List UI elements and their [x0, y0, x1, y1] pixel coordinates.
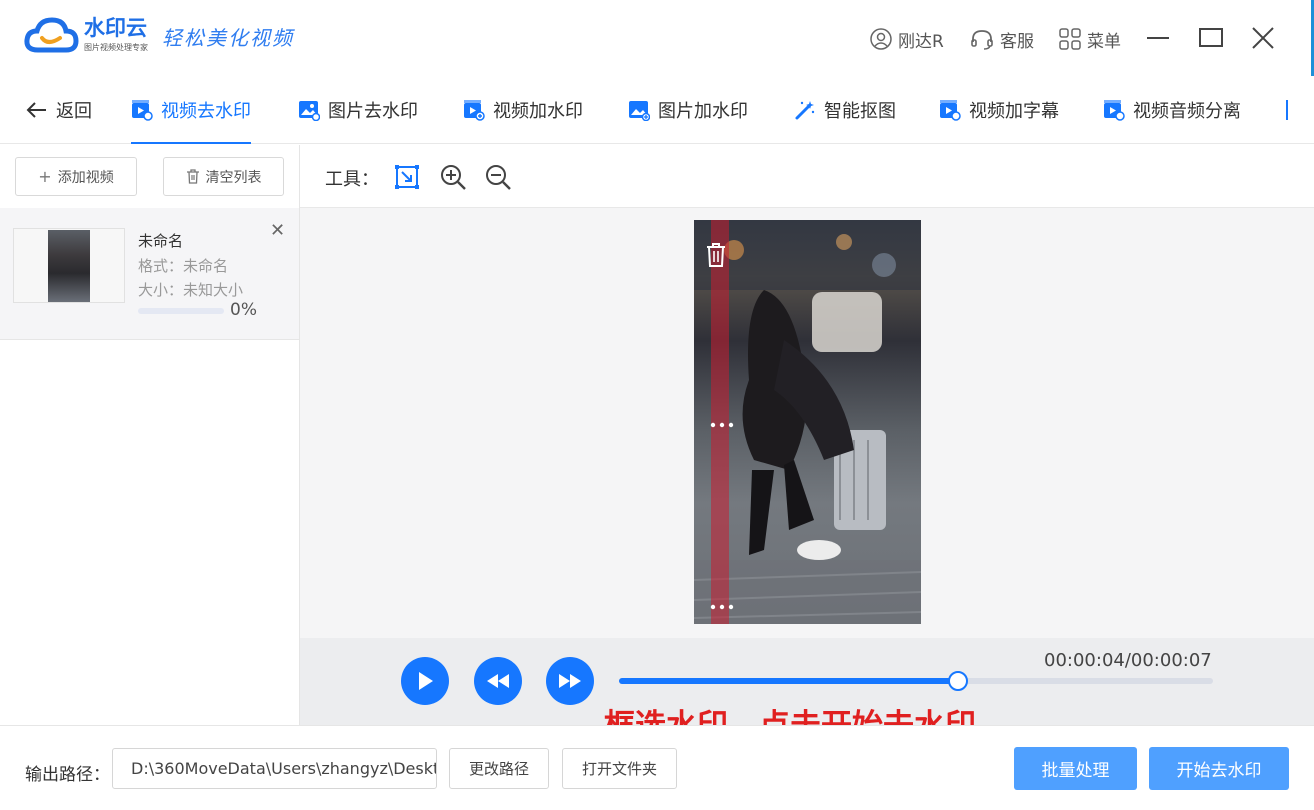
tab-label: 视频去水印 [161, 101, 251, 122]
file-name: 未命名 [138, 232, 184, 250]
zoom-in-icon[interactable] [439, 163, 467, 191]
add-video-button[interactable]: + 添加视频 [15, 157, 137, 196]
plus-icon: + [38, 167, 52, 186]
select-box-icon[interactable] [393, 163, 421, 191]
arrow-left-icon [26, 102, 46, 118]
minimize-icon [1147, 37, 1169, 39]
grid-menu-icon [1059, 28, 1081, 50]
thumbnail-image [48, 230, 90, 302]
video-add-icon [464, 100, 485, 121]
tab-smart-cutout[interactable]: 智能抠图 [794, 76, 896, 144]
cloud-logo-icon [24, 17, 79, 53]
user-account[interactable]: 刚达R [870, 24, 944, 54]
tab-image-add-watermark[interactable]: 图片加水印 [628, 76, 748, 144]
start-remove-watermark-button[interactable]: 开始去水印 [1149, 747, 1289, 790]
user-icon [870, 28, 892, 50]
brand-tagline: 图片视频处理专家 [84, 43, 148, 52]
fast-forward-icon [559, 674, 581, 688]
rewind-button[interactable] [474, 657, 522, 705]
clear-list-label: 清空列表 [205, 169, 262, 186]
seek-bar[interactable] [619, 671, 1213, 691]
video-audio-icon [1104, 100, 1125, 121]
minimize-button[interactable] [1143, 22, 1173, 54]
zoom-out-icon[interactable] [484, 163, 512, 191]
resize-handle-icon[interactable] [710, 604, 734, 610]
list-item[interactable]: 未命名 格式：未命名 大小：未知大小 0% ✕ [0, 208, 299, 340]
tools-bar: 工具： [300, 145, 1314, 208]
menu-label: 菜单 [1087, 31, 1121, 52]
video-subtitle-icon [940, 100, 961, 121]
nav-scroll-indicator [1286, 100, 1288, 120]
tab-label: 智能抠图 [824, 101, 896, 122]
trash-icon [186, 169, 199, 184]
slogan: 轻松美化视频 [162, 26, 294, 50]
feature-nav: 返回 视频去水印 图片去水印 视频加水印 图片加水印 智能抠图 视频加字幕 视频… [0, 76, 1314, 144]
close-button[interactable] [1248, 22, 1278, 54]
bottom-bar: 输出路径： D:\360MoveData\Users\zhangyz\Deskt… [0, 725, 1314, 810]
tab-video-add-watermark[interactable]: 视频加水印 [463, 76, 583, 144]
user-name: 刚达R [898, 31, 944, 52]
output-path-label: 输出路径： [25, 765, 110, 785]
image-add-icon [629, 101, 650, 121]
seek-bar-fill [619, 678, 958, 684]
tab-video-audio-separate[interactable]: 视频音频分离 [1103, 76, 1241, 144]
open-folder-button[interactable]: 打开文件夹 [562, 748, 677, 789]
image-icon [299, 101, 320, 121]
fast-forward-button[interactable] [546, 657, 594, 705]
tools-label: 工具： [325, 169, 379, 190]
batch-process-button[interactable]: 批量处理 [1014, 747, 1137, 790]
play-button[interactable] [401, 657, 449, 705]
maximize-button[interactable] [1196, 22, 1226, 54]
trash-icon[interactable] [705, 242, 727, 268]
video-icon [132, 100, 153, 121]
time-display: 00:00:04/00:00:07 [1044, 650, 1212, 671]
headset-icon [971, 30, 993, 50]
title-bar: 水印云 图片视频处理专家 轻松美化视频 刚达R 客服 菜单 [0, 0, 1314, 76]
add-video-label: 添加视频 [57, 169, 114, 186]
service-label: 客服 [1000, 31, 1034, 52]
change-path-button[interactable]: 更改路径 [449, 748, 549, 789]
magic-wand-icon [795, 101, 815, 120]
resize-handle-icon[interactable] [710, 422, 734, 428]
file-size: 大小：未知大小 [138, 281, 244, 299]
progress-value: 0% [230, 300, 257, 320]
app-window: 水印云 图片视频处理专家 轻松美化视频 刚达R 客服 菜单 返回 视频去水印 图… [0, 0, 1314, 810]
clear-list-button[interactable]: 清空列表 [163, 157, 284, 196]
tab-label: 图片加水印 [658, 101, 748, 122]
maximize-icon [1199, 28, 1223, 47]
rewind-icon [487, 674, 509, 688]
tab-image-remove-watermark[interactable]: 图片去水印 [298, 76, 418, 144]
remove-file-button[interactable]: ✕ [270, 220, 285, 241]
tab-label: 视频加字幕 [969, 101, 1059, 122]
tab-video-subtitle[interactable]: 视频加字幕 [939, 76, 1059, 144]
main-menu[interactable]: 菜单 [1059, 24, 1121, 54]
brand-name: 水印云 [84, 16, 147, 40]
file-list-panel: + 添加视频 清空列表 未命名 格式：未命名 大小：未知大小 0% ✕ [0, 145, 300, 725]
progress-bar [138, 308, 224, 314]
video-preview[interactable] [694, 220, 921, 624]
output-path-field[interactable]: D:\360MoveData\Users\zhangyz\Desktop [112, 748, 437, 789]
back-label: 返回 [56, 101, 92, 122]
close-icon [1252, 27, 1274, 49]
back-button[interactable]: 返回 [26, 76, 92, 144]
tab-label: 视频加水印 [493, 101, 583, 122]
preview-area [300, 208, 1314, 638]
tab-label: 视频音频分离 [1133, 101, 1241, 122]
tab-video-remove-watermark[interactable]: 视频去水印 [131, 76, 251, 144]
play-icon [419, 672, 433, 690]
seek-bar-handle[interactable] [947, 671, 968, 691]
video-thumbnail [13, 228, 125, 303]
tab-label: 图片去水印 [328, 101, 418, 122]
customer-service[interactable]: 客服 [970, 24, 1034, 54]
file-format: 格式：未命名 [138, 257, 229, 275]
